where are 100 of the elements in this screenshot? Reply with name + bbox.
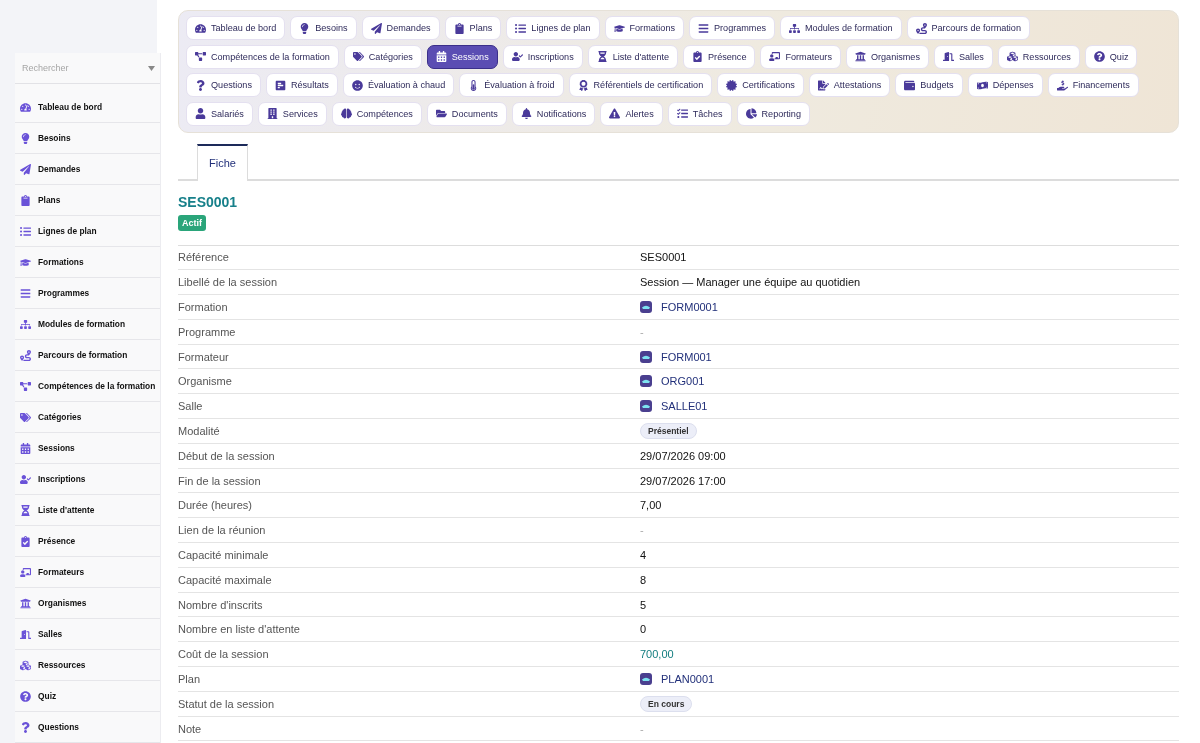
nav-button[interactable]: Formations	[604, 16, 684, 40]
nav-button[interactable]: Questions	[186, 73, 261, 97]
user-check-icon	[20, 473, 31, 485]
nav-button[interactable]: Compétences	[331, 101, 422, 126]
record-link[interactable]: SALLE01	[640, 400, 708, 413]
nav-button[interactable]: Parcours de formation	[906, 16, 1030, 40]
record-link[interactable]: ORG001	[640, 375, 705, 388]
nav-button[interactable]: Demandes	[361, 16, 440, 40]
graduation-cap-icon	[613, 22, 625, 34]
sidebar-item[interactable]: Parcours de formation	[15, 340, 161, 371]
nav-button[interactable]: Notifications	[511, 101, 596, 126]
nav-button[interactable]: Inscriptions	[502, 44, 583, 69]
nav-button[interactable]: Salles	[934, 44, 993, 69]
record-link[interactable]: PLAN0001	[640, 672, 715, 685]
building-columns-icon	[20, 597, 31, 609]
graduation-cap-icon	[20, 256, 31, 268]
sidebar-item[interactable]: Salles	[15, 619, 161, 650]
list-icon	[20, 225, 31, 237]
nav-button[interactable]: Tableau de bord	[186, 16, 286, 40]
nav-button[interactable]: Évaluation à chaud	[342, 73, 455, 97]
sidebar-item[interactable]: Quiz	[15, 681, 161, 712]
nav-button[interactable]: Modules de formation	[780, 16, 902, 40]
nav-button[interactable]: Financements	[1047, 73, 1139, 97]
field-value: 4	[640, 548, 647, 561]
nav-button[interactable]: Catégories	[343, 44, 422, 69]
clipboard-check-icon	[692, 51, 704, 62]
field-value: 0	[640, 623, 647, 636]
record-link[interactable]: FORM0001	[640, 301, 718, 313]
sidebar-item[interactable]: Sessions	[15, 433, 161, 464]
record-icon	[640, 400, 652, 413]
nav-button[interactable]: Ressources	[997, 44, 1080, 69]
tab[interactable]: Fiche	[197, 143, 248, 181]
nav-button[interactable]: Attestations	[808, 73, 891, 97]
nav-button[interactable]: Formateurs	[760, 44, 841, 69]
sidebar-item[interactable]: Demandes	[15, 154, 161, 185]
hourglass-icon	[596, 51, 608, 62]
nav-button[interactable]: Documents	[426, 101, 507, 126]
bar-chart-icon	[274, 79, 286, 91]
smile-icon	[351, 79, 363, 91]
banknote-icon	[976, 79, 988, 91]
nav-button[interactable]: Compétences de la formation	[186, 44, 339, 69]
nav-button[interactable]: Services	[257, 101, 327, 126]
nav-button[interactable]: Salariés	[186, 101, 253, 126]
nav-button[interactable]: Certifications	[717, 73, 804, 97]
nav-button[interactable]: Organismes	[845, 44, 929, 69]
nav-button[interactable]: Alertes	[600, 101, 663, 126]
nav-button[interactable]: Présence	[683, 44, 756, 69]
status-badge: Actif	[178, 214, 206, 231]
sidebar-item[interactable]: Inscriptions	[15, 464, 161, 495]
teacher-icon	[769, 51, 781, 62]
sidebar-item[interactable]: Ressources	[15, 650, 161, 681]
field-label: Organisme	[178, 375, 232, 388]
lightbulb-icon	[20, 132, 31, 144]
sidebar-item[interactable]: Compétences de la formation	[15, 371, 161, 402]
sidebar-item[interactable]: Catégories	[15, 402, 161, 433]
teacher-icon	[20, 566, 31, 578]
calendar-icon	[20, 442, 31, 454]
nav-button[interactable]: Liste d'attente	[587, 44, 679, 69]
sidebar-item[interactable]: Tableau de bord	[15, 92, 161, 123]
building-icon	[266, 108, 278, 119]
nav-button[interactable]: Budgets	[895, 73, 963, 97]
sidebar-item[interactable]: Plans	[15, 185, 161, 216]
route-icon	[20, 349, 31, 361]
user-icon	[195, 108, 206, 119]
nav-button[interactable]: Sessions	[426, 44, 498, 69]
value-badge: Présentiel	[640, 422, 697, 439]
sidebar-item[interactable]: Programmes	[15, 278, 161, 309]
sidebar-item[interactable]: Présence	[15, 526, 161, 557]
sidebar-item[interactable]: Liste d'attente	[15, 495, 161, 526]
record-link[interactable]: FORM001	[640, 350, 712, 363]
sidebar-item[interactable]: Formations	[15, 247, 161, 278]
wallet-icon	[904, 79, 916, 91]
search-field[interactable]: Rechercher	[20, 62, 134, 74]
field-label: Libellé de la session	[178, 276, 278, 289]
list-icon	[515, 22, 527, 34]
sidebar-item[interactable]: Modules de formation	[15, 309, 161, 340]
sidebar-item[interactable]: Formateurs	[15, 557, 161, 588]
record-icon	[640, 301, 652, 313]
field-label: Statut de la session	[178, 697, 274, 710]
sidebar-item[interactable]: Lignes de plan	[15, 216, 161, 247]
nav-button[interactable]: Reporting	[736, 101, 810, 126]
field-value: -	[640, 524, 644, 537]
field-label: Durée (heures)	[178, 499, 252, 512]
nav-button[interactable]: Dépenses	[967, 73, 1043, 97]
pie-chart-icon	[745, 108, 757, 119]
field-label: Note	[178, 722, 202, 735]
nav-button[interactable]: Besoins	[290, 16, 357, 40]
nav-button[interactable]: Résultats	[265, 73, 338, 97]
nav-button[interactable]: Tâches	[667, 101, 732, 126]
nav-button[interactable]: Programmes	[689, 16, 776, 40]
sidebar-item[interactable]: Questions	[15, 712, 161, 743]
sidebar-item[interactable]: Besoins	[15, 123, 161, 154]
nav-button[interactable]: Référentiels de certification	[568, 73, 713, 97]
nav-button[interactable]: Plans	[444, 16, 502, 40]
nav-button[interactable]: Quiz	[1084, 44, 1138, 69]
user-check-icon	[511, 51, 523, 62]
field-label: Début de la session	[178, 449, 275, 462]
nav-button[interactable]: Évaluation à froid	[459, 73, 564, 97]
nav-button[interactable]: Lignes de plan	[506, 16, 600, 40]
sidebar-item[interactable]: Organismes	[15, 588, 161, 619]
